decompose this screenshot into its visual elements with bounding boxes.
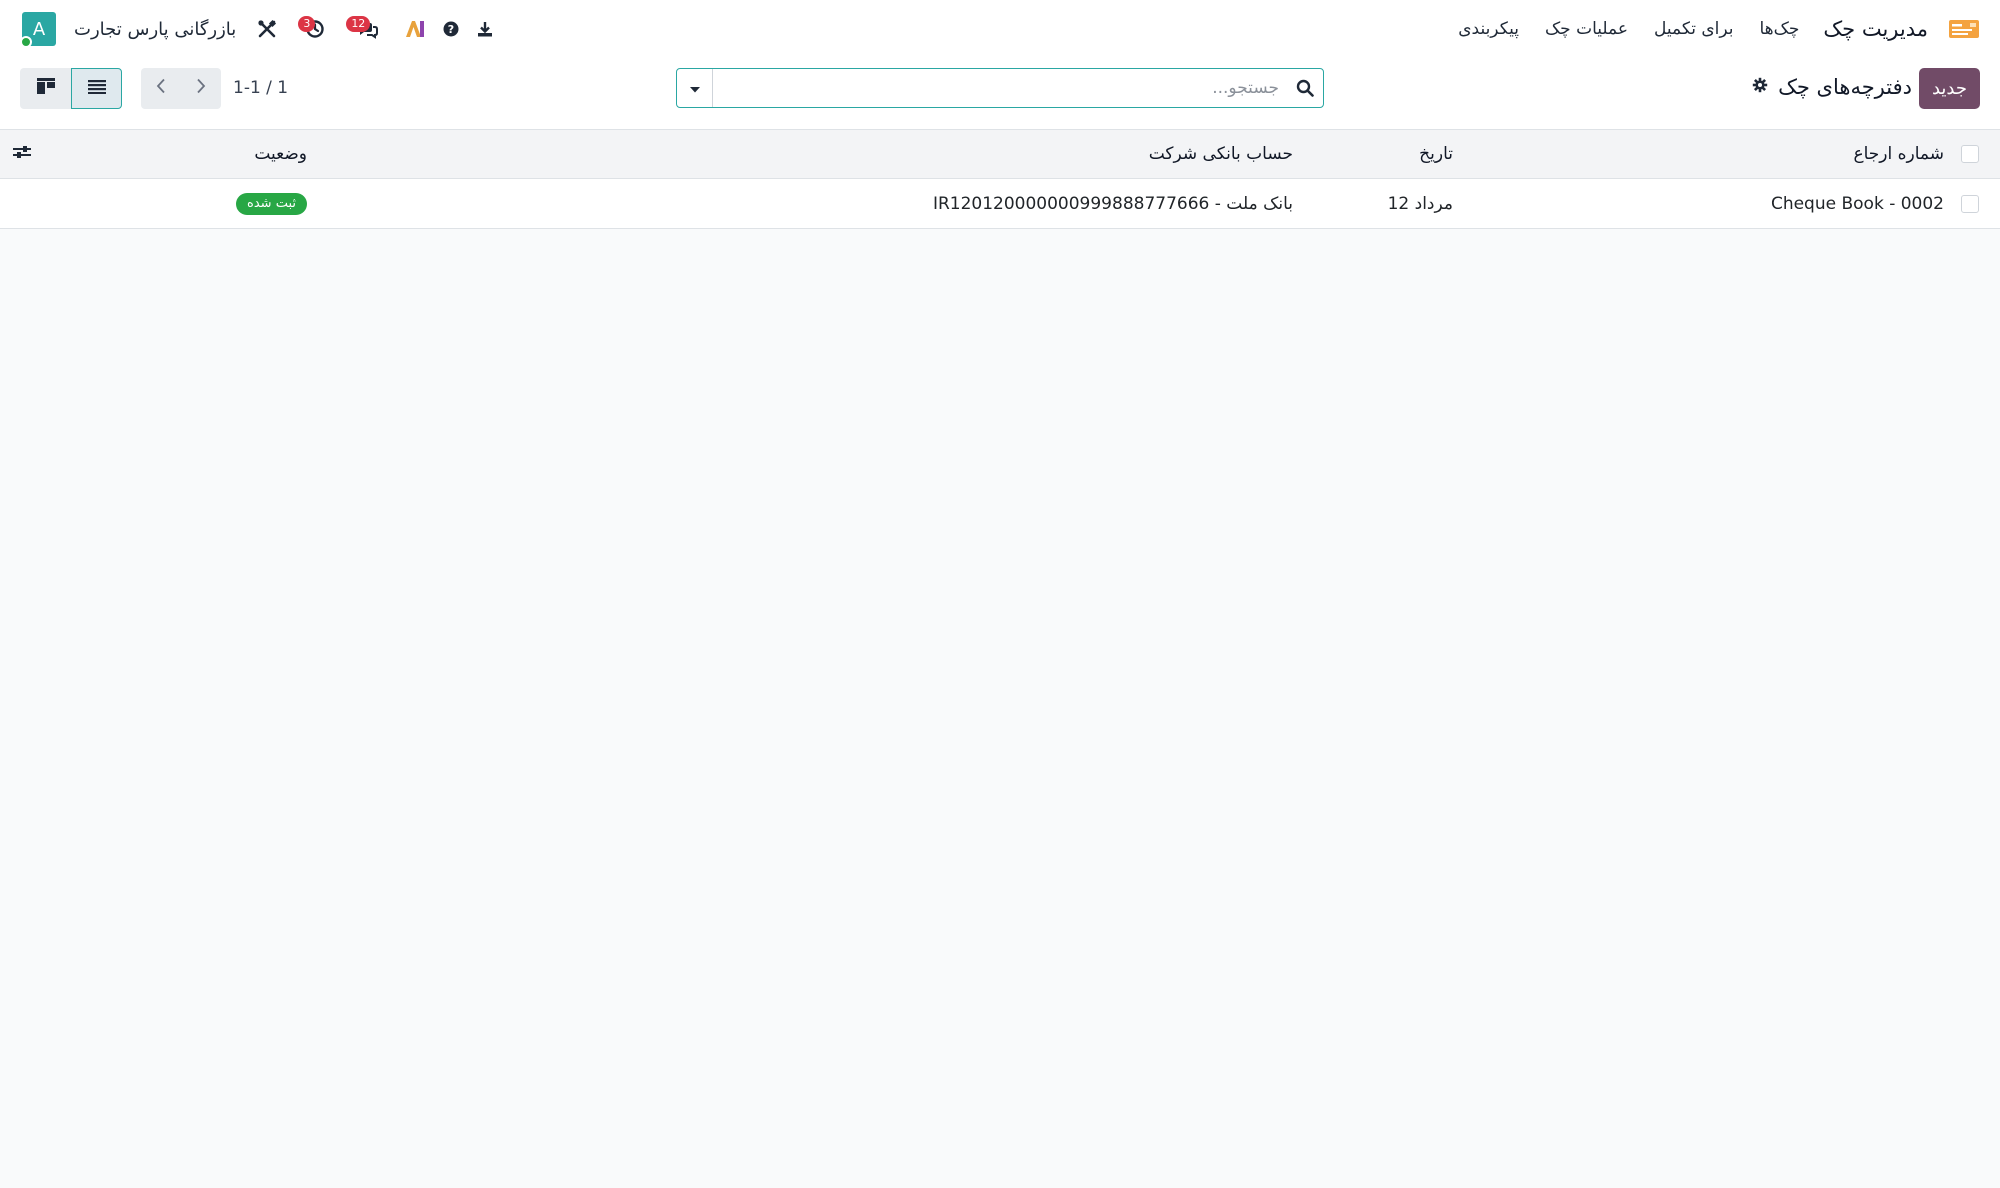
messages-badge: 12 [346, 16, 371, 32]
pager-buttons [141, 68, 221, 109]
chat-icon[interactable]: 12 [346, 12, 384, 46]
sliders-icon [12, 144, 32, 165]
app-cheque-icon[interactable] [1946, 17, 1980, 41]
column-reference[interactable]: شماره ارجاع [1853, 130, 1944, 178]
top-navbar: A بازرگانی پارس تجارت 3 12 ? مدیریت چک چ… [0, 0, 2000, 58]
row-select-checkbox[interactable] [1961, 179, 1979, 228]
column-status[interactable]: وضعیت [254, 130, 307, 178]
breadcrumb: دفترچه‌های چک [1752, 75, 1912, 99]
help-icon[interactable]: ? [434, 12, 468, 46]
main-menu: مدیریت چک چک‌ها برای تکمیل عملیات چک پیک… [1458, 0, 2000, 58]
svg-text:?: ? [448, 23, 454, 36]
company-switcher[interactable]: بازرگانی پارس تجارت [74, 19, 236, 40]
table-header: وضعیت حساب بانکی شرکت تاریخ شماره ارجاع [0, 130, 2000, 179]
caret-down-icon [689, 78, 701, 99]
search-bar [676, 68, 1324, 108]
empty-content-area [0, 230, 2000, 1188]
column-bank-account[interactable]: حساب بانکی شرکت [1149, 130, 1293, 178]
search-icon[interactable] [1287, 69, 1323, 107]
avatar-letter: A [32, 18, 46, 40]
user-avatar[interactable]: A [20, 12, 56, 48]
chevron-left-icon [156, 78, 166, 99]
table-row[interactable]: ثبت شده IR120120000000999888777666 - بان… [0, 179, 2000, 229]
gear-icon[interactable] [1752, 77, 1768, 98]
status-badge: ثبت شده [236, 192, 307, 215]
pager-next-button[interactable] [181, 68, 221, 109]
pager-value[interactable]: 1-1 / 1 [233, 78, 288, 98]
status-cell: ثبت شده [236, 179, 307, 228]
list-table: وضعیت حساب بانکی شرکت تاریخ شماره ارجاع … [0, 130, 2000, 229]
optional-columns-toggle[interactable] [12, 130, 32, 178]
kanban-view-button[interactable] [20, 68, 71, 109]
bank-account-cell: IR120120000000999888777666 - بانک ملت [932, 193, 1293, 214]
control-panel: جدید دفترچه‌های چک 1-1 / 1 [0, 58, 2000, 130]
ai-icon[interactable] [398, 12, 432, 46]
menu-cheques[interactable]: چک‌ها [1760, 19, 1800, 39]
download-icon[interactable] [468, 12, 502, 46]
search-input[interactable] [713, 70, 1287, 106]
checkbox-box [1961, 194, 1979, 213]
checkbox-box [1961, 145, 1979, 163]
select-all-checkbox[interactable] [1961, 130, 1979, 178]
search-options-toggle[interactable] [677, 69, 713, 107]
new-button[interactable]: جدید [1919, 68, 1980, 109]
kanban-icon [36, 78, 55, 99]
date-cell: 12 مرداد [1387, 193, 1453, 214]
pager-previous-button[interactable] [141, 68, 181, 109]
view-switcher [20, 68, 122, 109]
app-title[interactable]: مدیریت چک [1823, 17, 1928, 41]
list-icon [87, 78, 106, 99]
tools-icon[interactable] [250, 12, 284, 46]
list-view-button[interactable] [71, 68, 122, 109]
menu-cheque-operations[interactable]: عملیات چک [1545, 19, 1628, 39]
menu-to-complete[interactable]: برای تکمیل [1654, 19, 1734, 39]
column-date[interactable]: تاریخ [1419, 130, 1453, 178]
chevron-right-icon [196, 78, 206, 99]
reference-cell: Cheque Book - 0002 [1770, 193, 1944, 214]
menu-configuration[interactable]: پیکربندی [1458, 19, 1519, 39]
activity-clock-icon[interactable]: 3 [298, 12, 332, 46]
online-status-icon [20, 36, 32, 48]
page-title: دفترچه‌های چک [1778, 75, 1912, 99]
systray: A بازرگانی پارس تجارت 3 12 ? [0, 0, 502, 58]
